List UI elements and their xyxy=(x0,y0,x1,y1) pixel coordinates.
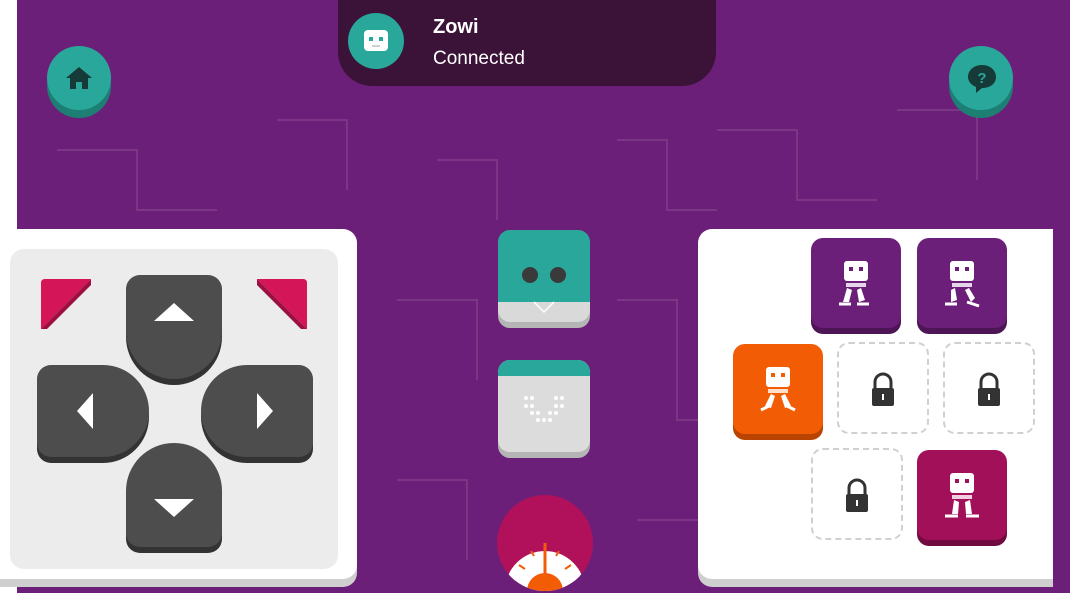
robot-step-icon xyxy=(945,473,979,518)
robot-avatar xyxy=(348,13,404,69)
help-button[interactable]: ? xyxy=(949,46,1013,110)
speech-bubble-question-icon: ? xyxy=(968,65,996,93)
lock-icon xyxy=(978,372,1000,406)
home-icon xyxy=(66,67,92,89)
robot-face-icon xyxy=(364,30,388,51)
home-button[interactable] xyxy=(47,46,111,110)
down-arrow-button[interactable] xyxy=(126,443,222,547)
robot-walk-icon xyxy=(839,261,869,306)
up-arrow-button[interactable] xyxy=(126,275,222,379)
robot-status-bar: Zowi Connected xyxy=(338,0,716,86)
turn-right-button[interactable] xyxy=(253,275,311,333)
smile-icon xyxy=(533,301,555,314)
locked-movement-slot xyxy=(943,342,1035,434)
robot-name: Zowi xyxy=(433,16,479,38)
locked-movement-slot xyxy=(837,342,929,434)
movement-step-button[interactable] xyxy=(917,450,1007,540)
app-window: ? Zowi Connected xyxy=(0,0,1082,593)
connection-status: Connected xyxy=(433,48,525,69)
dpad-panel xyxy=(0,229,357,579)
led-matrix-button[interactable] xyxy=(498,360,590,452)
lock-icon xyxy=(846,478,868,512)
led-smile-icon xyxy=(524,396,564,422)
mouth-expression-button[interactable] xyxy=(498,230,590,322)
lock-icon xyxy=(872,372,894,406)
movement-dance-button[interactable] xyxy=(733,344,823,434)
gauge-icon xyxy=(505,543,585,591)
svg-text:?: ? xyxy=(977,70,986,87)
arrow-down-icon xyxy=(154,499,194,517)
locked-movement-slot xyxy=(811,448,903,540)
movement-walk-button[interactable] xyxy=(811,238,901,328)
speed-gauge-button[interactable] xyxy=(497,495,593,591)
turn-left-button[interactable] xyxy=(37,275,95,333)
robot-walk-back-icon xyxy=(945,261,980,308)
arrow-up-icon xyxy=(154,303,194,321)
movement-walk-back-button[interactable] xyxy=(917,238,1007,328)
robot-dance-icon xyxy=(760,367,796,412)
